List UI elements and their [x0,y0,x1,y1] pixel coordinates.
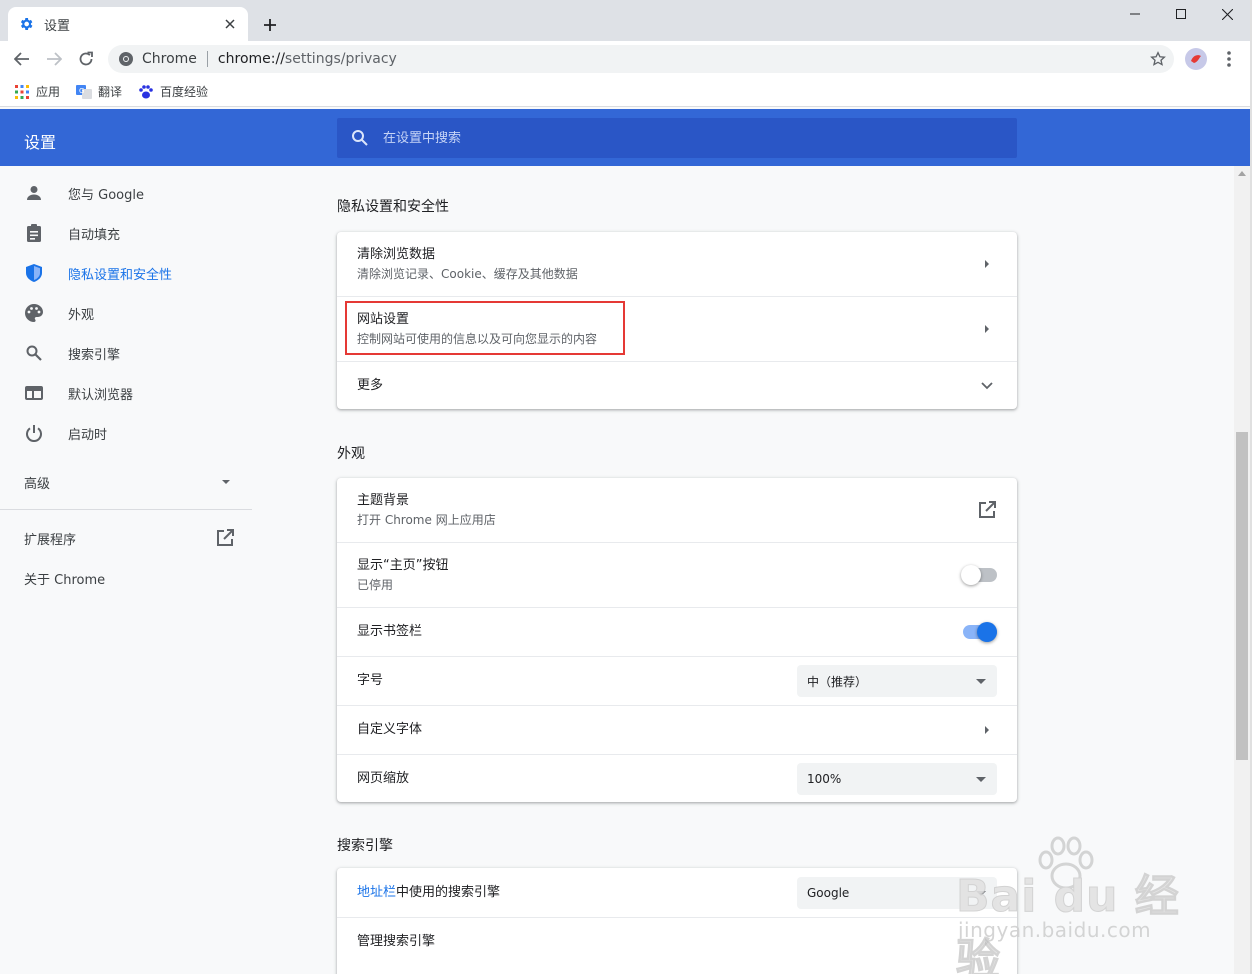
avatar[interactable] [1185,48,1207,70]
row-manage-search-engines[interactable]: 管理搜索引擎 [337,918,1017,966]
more-menu-icon[interactable] [1215,45,1243,73]
bookmarks-bar: 应用 G 翻译 百度经验 [0,77,1252,107]
chevron-right-icon [977,319,997,339]
search-engine-card: 地址栏中使用的搜索引擎 Google 管理搜索引擎 [337,868,1017,974]
chevron-right-icon [977,254,997,274]
back-button[interactable] [8,45,36,73]
address-host: chrome:// [217,51,285,67]
row-title: 管理搜索引擎 [357,934,436,949]
search-engine-select[interactable]: Google [797,877,997,909]
select-value: 中（推荐） [807,674,868,689]
tab-strip: 设置 [0,0,1252,41]
font-size-select[interactable]: 中（推荐） [797,665,997,697]
dropdown-arrow-icon [975,773,987,785]
page-scrollbar[interactable] [1234,166,1250,974]
reload-button[interactable] [72,45,100,73]
row-home-button: 显示“主页”按钮 已停用 [337,543,1017,607]
bookmark-label: 翻译 [98,85,123,99]
bookmark-label: 百度经验 [160,85,209,99]
bookmark-translate[interactable]: G 翻译 [76,83,122,100]
new-tab-button[interactable] [258,13,282,37]
address-path: settings/privacy [284,51,397,67]
baidu-paw-icon [138,84,154,100]
tab-title: 设置 [44,18,71,34]
row-title: 清除浏览数据 [357,247,436,262]
bookmarks-bar-toggle[interactable] [963,622,997,642]
row-subtitle: 打开 Chrome 网上应用店 [357,513,496,527]
dropdown-arrow-icon [975,887,987,899]
address-bar-link[interactable]: 地址栏 [357,885,396,900]
apps-grid-icon [14,84,30,100]
row-subtitle: 已停用 [357,578,394,592]
highlight-box [345,301,625,355]
select-value: Google [807,886,850,900]
maximize-button[interactable] [1158,0,1204,28]
row-more[interactable]: 更多 [337,362,1017,409]
translate-icon: G [76,84,93,100]
page-zoom-select[interactable]: 100% [797,763,997,795]
row-title: 更多 [357,377,384,393]
search-icon [351,129,369,147]
scrollbar-thumb[interactable] [1236,432,1248,760]
row-address-bar-engine: 地址栏中使用的搜索引擎 Google [337,868,1017,917]
section-title-privacy: 隐私设置和安全性 [337,199,449,215]
close-icon[interactable] [222,16,238,32]
scroll-up-icon[interactable] [1238,170,1246,178]
chevron-right-icon [977,932,997,952]
row-title: 显示书签栏 [357,624,423,639]
row-custom-fonts[interactable]: 自定义字体 [337,706,1017,754]
tab-settings[interactable]: 设置 [8,7,248,41]
address-bar[interactable]: Chrome chrome:// settings/privacy [108,45,1174,73]
row-clear-browsing-data[interactable]: 清除浏览数据 清除浏览记录、Cookie、缓存及其他数据 [337,232,1017,296]
chevron-down-icon [977,376,997,396]
bookmark-label: 应用 [36,85,61,99]
open-external-icon[interactable] [977,500,997,520]
dropdown-arrow-icon [975,675,987,687]
row-bookmarks-bar: 显示书签栏 [337,608,1017,656]
row-page-zoom: 网页缩放 100% [337,755,1017,802]
appearance-card: 主题背景 打开 Chrome 网上应用店 显示“主页”按钮 已停用 显示书签栏 [337,478,1017,802]
row-font-size: 字号 中（推荐） [337,657,1017,705]
select-value: 100% [807,772,842,786]
chevron-right-icon [977,720,997,740]
chrome-logo-icon [118,51,134,67]
bookmark-baidu-jingyan[interactable]: 百度经验 [138,83,208,100]
row-subtitle: 清除浏览记录、Cookie、缓存及其他数据 [357,267,578,281]
row-title-rest: 中使用的搜索引擎 [396,884,501,900]
home-button-toggle[interactable] [961,565,997,585]
gear-icon [18,16,34,32]
page-title: 设置 [24,133,57,152]
row-title: 自定义字体 [357,722,423,737]
settings-main: 隐私设置和安全性 清除浏览数据 清除浏览记录、Cookie、缓存及其他数据 网站… [0,166,1234,974]
star-icon[interactable] [1150,51,1166,67]
row-title: 显示“主页”按钮 [357,558,449,573]
row-theme[interactable]: 主题背景 打开 Chrome 网上应用店 [337,478,1017,542]
settings-header: 设置 [0,109,1250,166]
forward-button[interactable] [40,45,68,73]
search-input[interactable] [383,130,983,146]
section-title-appearance: 外观 [337,446,365,462]
row-title: 主题背景 [357,493,410,508]
minimize-button[interactable] [1112,0,1158,28]
svg-text:G: G [79,87,84,95]
settings-search-box[interactable] [337,118,1017,158]
section-title-search-engine: 搜索引擎 [337,838,393,854]
address-scheme: Chrome [142,51,197,67]
bookmark-apps[interactable]: 应用 [14,83,60,100]
address-separator [206,51,208,67]
browser-toolbar: Chrome chrome:// settings/privacy [0,41,1252,77]
window-close-button[interactable] [1204,0,1250,28]
